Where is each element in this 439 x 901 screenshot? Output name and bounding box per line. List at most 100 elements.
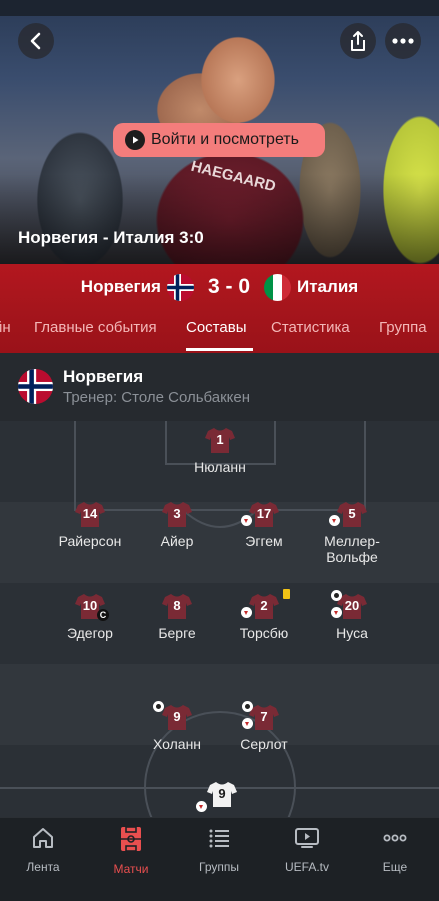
substitution-icon [241, 515, 252, 526]
player-name: Меллер-Вольфе [324, 533, 380, 565]
list-icon [209, 829, 229, 848]
yellow-card-icon [283, 589, 290, 599]
player-card[interactable]: 17 Эггем [224, 501, 304, 549]
substitution-icon [329, 515, 340, 526]
player-shirt: 20 [331, 590, 367, 619]
player-number: 8 [173, 598, 181, 613]
player-number: 5 [348, 506, 356, 521]
player-shirt: 10 C [75, 593, 109, 621]
italy-flag-icon [264, 273, 292, 301]
player-shirt: 9 [153, 701, 192, 730]
player-number: 14 [82, 506, 98, 521]
play-icon [125, 130, 145, 150]
nav-label: Лента [26, 860, 60, 874]
player-shirt: 5 [329, 501, 367, 527]
hero-shirt-text: HAEGAARD [189, 157, 278, 196]
player-name: Берге [158, 625, 196, 641]
player-name: Эггем [245, 533, 283, 549]
nav-label: Группы [199, 860, 239, 874]
nav-more[interactable]: Еще [355, 826, 435, 874]
more-icon [383, 834, 407, 842]
player-card[interactable]: 8 Берге [137, 593, 217, 641]
tv-icon [295, 828, 319, 848]
nav-label: Еще [382, 860, 408, 874]
nav-uefa-tv[interactable]: UEFA.tv [267, 826, 347, 874]
player-name: Нуса [336, 625, 368, 641]
player-shirt: 7 [242, 701, 279, 730]
player-shirt: 14 [75, 501, 105, 527]
back-button[interactable] [18, 23, 54, 59]
player-card[interactable]: 3 Айер [137, 501, 217, 549]
player-number: 9 [173, 709, 181, 724]
player-name: Серлот [240, 736, 288, 752]
substitution-icon [241, 607, 252, 618]
player-card[interactable]: 9 Холанн [137, 701, 217, 752]
player-name: Холанн [152, 736, 202, 752]
player-shirt: 2 [241, 589, 290, 619]
player-name: Райерсон [58, 533, 122, 549]
tab-key-events[interactable]: Главные события [34, 319, 157, 336]
player-number: 2 [260, 598, 268, 613]
share-button[interactable] [340, 23, 376, 59]
share-icon [351, 31, 365, 51]
watch-button[interactable]: Войти и посмотреть [113, 123, 325, 157]
substitution-icon [331, 607, 342, 618]
tab-partial[interactable]: йн [0, 319, 11, 336]
player-number: 1 [216, 432, 224, 447]
match-title: Норвегия - Италия 3:0 [18, 228, 204, 247]
player-number: 9 [218, 786, 226, 801]
player-name: Нюланн [194, 459, 246, 475]
away-team-name: Италия [297, 277, 359, 296]
team-flag-icon [18, 369, 53, 404]
tab-group[interactable]: Группа [379, 319, 427, 336]
watch-button-label: Войти и посмотреть [151, 131, 299, 148]
player-shirt: 17 [241, 501, 279, 527]
score-bar: Норвегия 3 - 0 Италия [0, 264, 439, 310]
tab-statistics[interactable]: Статистика [271, 319, 350, 336]
norway-flag-icon [166, 273, 194, 301]
player-card[interactable]: 14 Райерсон [50, 501, 130, 549]
substitution-icon [242, 718, 253, 729]
nav-feed[interactable]: Лента [3, 826, 83, 874]
player-name: Эдегор [67, 625, 113, 641]
lineup-team-header: Норвегия Тренер: Столе Сольбаккен [0, 353, 439, 421]
player-number: 7 [260, 709, 268, 724]
player-name: Айер [160, 533, 194, 549]
player-card[interactable]: 7 Серлот [224, 701, 304, 752]
tab-lineups[interactable]: Составы [186, 319, 246, 336]
player-shirt: 3 [162, 501, 192, 527]
more-options-button[interactable] [385, 23, 421, 59]
player-card[interactable]: 5 Меллер-Вольфе [312, 501, 392, 565]
nav-label: UEFA.tv [284, 860, 329, 874]
player-number: 17 [256, 506, 272, 521]
player-shirt: 1 [205, 427, 235, 453]
pitch-icon [121, 826, 141, 852]
nav-label: Матчи [113, 862, 149, 876]
opponent-player-card[interactable]: 9 [182, 781, 262, 812]
player-card[interactable]: 10 C Эдегор [50, 593, 130, 641]
player-number: 3 [173, 506, 181, 521]
ellipsis-icon [392, 38, 414, 44]
player-shirt: 9 [196, 781, 237, 812]
status-bar [0, 0, 439, 16]
home-icon [33, 828, 53, 848]
goal-ball-icon [331, 590, 342, 601]
back-arrow-icon [30, 32, 41, 50]
lineup-team-name: Норвегия [63, 367, 144, 386]
score: 3 - 0 [207, 275, 251, 298]
player-card[interactable]: 2 Торсбю [224, 589, 304, 641]
player-card[interactable]: 20 Нуса [312, 590, 392, 641]
match-tabs: йн Главные события Составы Статистика Гр… [0, 310, 439, 353]
bottom-navigation: Лента Матчи Группы UEFA.tv Еще [0, 817, 439, 901]
player-shirt: 8 [162, 593, 192, 619]
formation-pitch: 1 Нюланн 14 Райерсон 3 Айер 17 Эггем 5 М… [0, 421, 439, 817]
player-card[interactable]: 1 Нюланн [180, 427, 260, 475]
nav-groups[interactable]: Группы [179, 826, 259, 874]
nav-matches[interactable]: Матчи [91, 826, 171, 876]
active-tab-indicator [186, 348, 253, 351]
player-name: Торсбю [239, 625, 289, 641]
captain-badge: C [97, 609, 109, 621]
substitution-icon [196, 801, 207, 812]
coach-name: Тренер: Столе Сольбаккен [63, 389, 251, 406]
goal-ball-icon [153, 701, 164, 712]
